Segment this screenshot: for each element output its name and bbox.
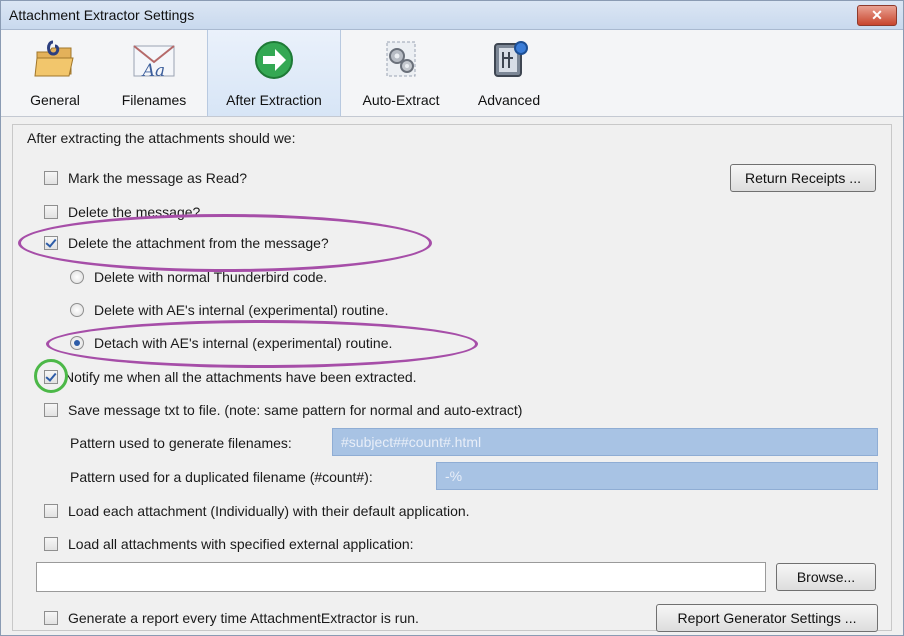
save-txt-label: Save message txt to file. (note: same pa… — [68, 402, 523, 418]
notify-label: Notify me when all the attachments have … — [64, 369, 417, 385]
tab-filenames-label: Filenames — [121, 92, 187, 108]
notify-row: Notify me when all the attachments have … — [44, 366, 417, 388]
mark-read-row: Mark the message as Read? — [44, 167, 247, 189]
save-txt-checkbox[interactable] — [44, 403, 58, 417]
folder-clip-icon — [34, 40, 74, 77]
pattern-label: Pattern used to generate filenames: — [70, 435, 292, 451]
tab-advanced[interactable]: Advanced — [463, 30, 555, 116]
load-each-checkbox[interactable] — [44, 504, 58, 518]
envelope-text-icon: Aa — [133, 45, 175, 81]
tab-after-extraction-label: After Extraction — [226, 92, 322, 108]
tab-general-label: General — [30, 92, 80, 108]
tab-advanced-label: Advanced — [477, 92, 541, 108]
annotation-oval-delete-attachment — [18, 214, 432, 272]
delete-message-checkbox[interactable] — [44, 205, 58, 219]
external-app-input[interactable] — [36, 562, 766, 592]
return-receipts-button[interactable]: Return Receipts ... — [730, 164, 876, 192]
svg-text:Aa: Aa — [141, 61, 165, 81]
window-title: Attachment Extractor Settings — [9, 7, 195, 23]
annotation-circle-notify — [34, 359, 68, 393]
report-row: Generate a report every time AttachmentE… — [44, 607, 419, 629]
dup-pattern-label: Pattern used for a duplicated filename (… — [70, 469, 373, 485]
tab-general[interactable]: General — [1, 30, 109, 116]
tab-after-extraction[interactable]: After Extraction — [207, 30, 341, 116]
mark-read-checkbox[interactable] — [44, 171, 58, 185]
load-each-label: Load each attachment (Individually) with… — [68, 503, 470, 519]
tab-auto-extract-label: Auto-Extract — [362, 92, 440, 108]
radio-internal-label: Delete with AE's internal (experimental)… — [94, 302, 389, 318]
group-caption: After extracting the attachments should … — [24, 130, 299, 146]
dup-pattern-input[interactable]: -% — [436, 462, 878, 490]
load-all-label: Load all attachments with specified exte… — [68, 536, 414, 552]
load-each-row: Load each attachment (Individually) with… — [44, 500, 470, 522]
radio-internal-row: Delete with AE's internal (experimental)… — [70, 299, 388, 321]
report-generator-settings-button[interactable]: Report Generator Settings ... — [656, 604, 878, 632]
category-toolbar: General Aa Filenames After Extraction Au… — [1, 30, 903, 117]
tab-filenames[interactable]: Aa Filenames — [109, 30, 199, 116]
mark-read-label: Mark the message as Read? — [68, 170, 247, 186]
radio-internal[interactable] — [70, 303, 84, 317]
pattern-input[interactable]: #subject##count#.html — [332, 428, 878, 456]
browse-button[interactable]: Browse... — [776, 563, 876, 591]
report-label: Generate a report every time AttachmentE… — [68, 610, 419, 626]
advanced-device-icon — [494, 41, 528, 77]
close-button[interactable]: ✕ — [857, 5, 897, 26]
title-bar: Attachment Extractor Settings ✕ — [1, 1, 903, 30]
save-txt-row: Save message txt to file. (note: same pa… — [44, 399, 522, 421]
dup-pattern-row: Pattern used for a duplicated filename (… — [70, 466, 373, 488]
load-all-checkbox[interactable] — [44, 537, 58, 551]
load-all-row: Load all attachments with specified exte… — [44, 533, 414, 555]
radio-normal[interactable] — [70, 270, 84, 284]
annotation-oval-detach — [46, 320, 478, 368]
tab-auto-extract[interactable]: Auto-Extract — [339, 30, 463, 116]
pattern-row: Pattern used to generate filenames: — [70, 432, 292, 454]
report-checkbox[interactable] — [44, 611, 58, 625]
green-arrow-icon — [255, 41, 293, 79]
gears-icon — [386, 41, 416, 77]
